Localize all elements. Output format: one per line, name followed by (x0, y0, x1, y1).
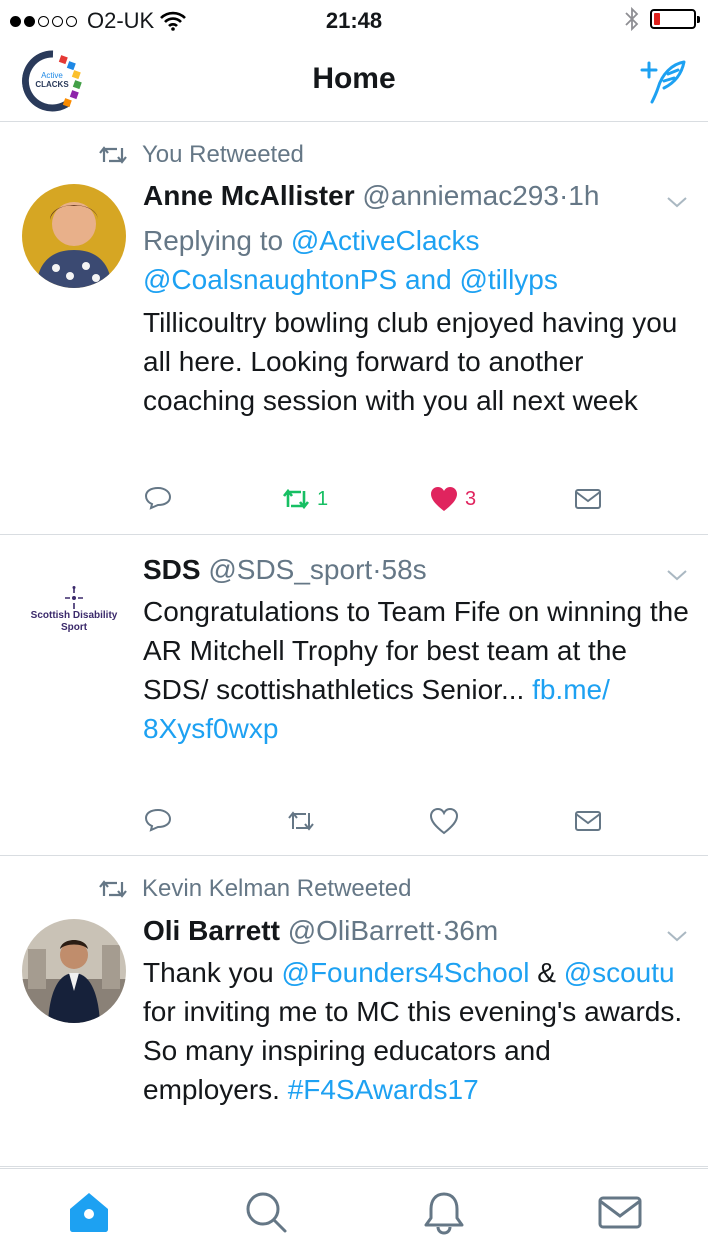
retweet-context: Kevin Kelman Retweeted (98, 875, 411, 903)
search-icon[interactable] (243, 1189, 289, 1235)
like-count: 3 (465, 487, 477, 510)
tweet-header: SDS @SDS_sport·58s (143, 554, 688, 586)
retweet-icon (99, 880, 127, 898)
tweet-time: 58s (381, 554, 427, 585)
reply-icon (144, 808, 172, 832)
bluetooth-icon (625, 6, 639, 32)
like-icon (431, 487, 457, 511)
tab-bar (0, 1168, 708, 1260)
like-button[interactable]: 3 (429, 484, 476, 514)
sds-logo-line-1: Scottish Disability (30, 610, 118, 621)
retweet-count: 1 (317, 487, 329, 510)
battery-icon (650, 9, 700, 29)
page-title: Home (312, 62, 396, 95)
retweet-button[interactable]: 1 (281, 484, 328, 514)
mention-link[interactable]: @CoalsnaughtonPS (143, 264, 397, 295)
replying-and: and (404, 264, 452, 295)
avatar[interactable] (22, 919, 126, 1023)
separator: · (372, 554, 382, 585)
tweet-body: Thank you (143, 957, 274, 988)
tweet-header: Oli Barrett @OliBarrett·36m (143, 915, 688, 947)
separator: · (558, 180, 569, 211)
mention-link[interactable]: @tillyps (459, 264, 557, 295)
dm-icon (575, 811, 601, 831)
author-name[interactable]: SDS (143, 554, 201, 585)
dm-icon (575, 489, 601, 509)
external-link[interactable]: fb.me/ (532, 674, 610, 705)
hashtag-link[interactable]: #F4SAwards17 (288, 1074, 479, 1105)
home-icon[interactable] (66, 1189, 112, 1235)
like-icon (429, 807, 459, 835)
tweet-actions: 1 3 (143, 484, 613, 518)
tweet-text: Replying to @ActiveClacks @Coalsnaughton… (143, 221, 691, 420)
chevron-down-icon[interactable] (666, 568, 688, 582)
author-handle[interactable]: @OliBarrett (288, 915, 435, 946)
notifications-icon[interactable] (421, 1189, 467, 1235)
tweet-text: Congratulations to Team Fife on winning … (143, 592, 691, 748)
mention-link[interactable]: @ActiveClacks (291, 225, 480, 256)
tweet[interactable]: Kevin Kelman Retweeted Oli Barrett @OliB… (0, 857, 708, 1167)
tweet-body: Tillicoultry bowling club enjoyed having… (143, 307, 678, 416)
nav-bar: Active CLACKS Home (0, 40, 708, 122)
tweet[interactable]: You Retweeted Anne McAllister @anniemac2… (0, 123, 708, 535)
compose-icon[interactable] (638, 56, 690, 104)
retweeted-by-label: You Retweeted (142, 141, 304, 168)
reply-icon (144, 486, 172, 510)
chevron-down-icon[interactable] (666, 929, 688, 943)
author-name[interactable]: Oli Barrett (143, 915, 280, 946)
dm-button[interactable] (573, 806, 603, 836)
sds-logo-icon (65, 586, 83, 609)
retweet-button[interactable] (286, 806, 316, 836)
retweet-icon (99, 146, 127, 164)
tweet-time: 1h (568, 180, 600, 211)
like-button[interactable] (429, 806, 459, 836)
tweet-body: & (537, 957, 556, 988)
avatar[interactable]: Scottish Disability Sport (22, 558, 126, 662)
reply-button[interactable] (143, 806, 173, 836)
sds-logo-line-2: Sport (60, 622, 88, 633)
separator: · (434, 915, 444, 946)
mention-link[interactable]: @scoutu (564, 957, 675, 988)
dm-button[interactable] (573, 484, 603, 514)
chevron-down-icon[interactable] (666, 195, 688, 209)
retweeted-by-label: Kevin Kelman Retweeted (142, 875, 412, 902)
external-link[interactable]: 8Xysf0wxp (143, 713, 278, 744)
status-time: 21:48 (325, 8, 383, 33)
mention-link[interactable]: @Founders4School (282, 957, 530, 988)
status-bar: O2-UK 21:48 (0, 0, 708, 40)
tweet-time: 36m (443, 915, 499, 946)
author-handle[interactable]: @anniemac293 (362, 180, 559, 211)
retweet-icon (288, 811, 314, 831)
reply-button[interactable] (143, 484, 173, 514)
author-name[interactable]: Anne McAllister (143, 180, 355, 211)
tweet-header: Anne McAllister @anniemac293·1h (143, 180, 688, 212)
tweet[interactable]: Scottish Disability Sport SDS @SDS_sport… (0, 536, 708, 856)
tweet-actions (143, 806, 613, 840)
avatar[interactable] (22, 184, 126, 288)
messages-icon[interactable] (597, 1189, 643, 1235)
author-handle[interactable]: @SDS_sport (208, 554, 372, 585)
replying-to-label: Replying to (143, 225, 284, 256)
tweet-text: Thank you @Founders4School & @scoutu for… (143, 953, 691, 1109)
retweet-context: You Retweeted (98, 141, 304, 169)
retweet-icon (282, 488, 310, 510)
